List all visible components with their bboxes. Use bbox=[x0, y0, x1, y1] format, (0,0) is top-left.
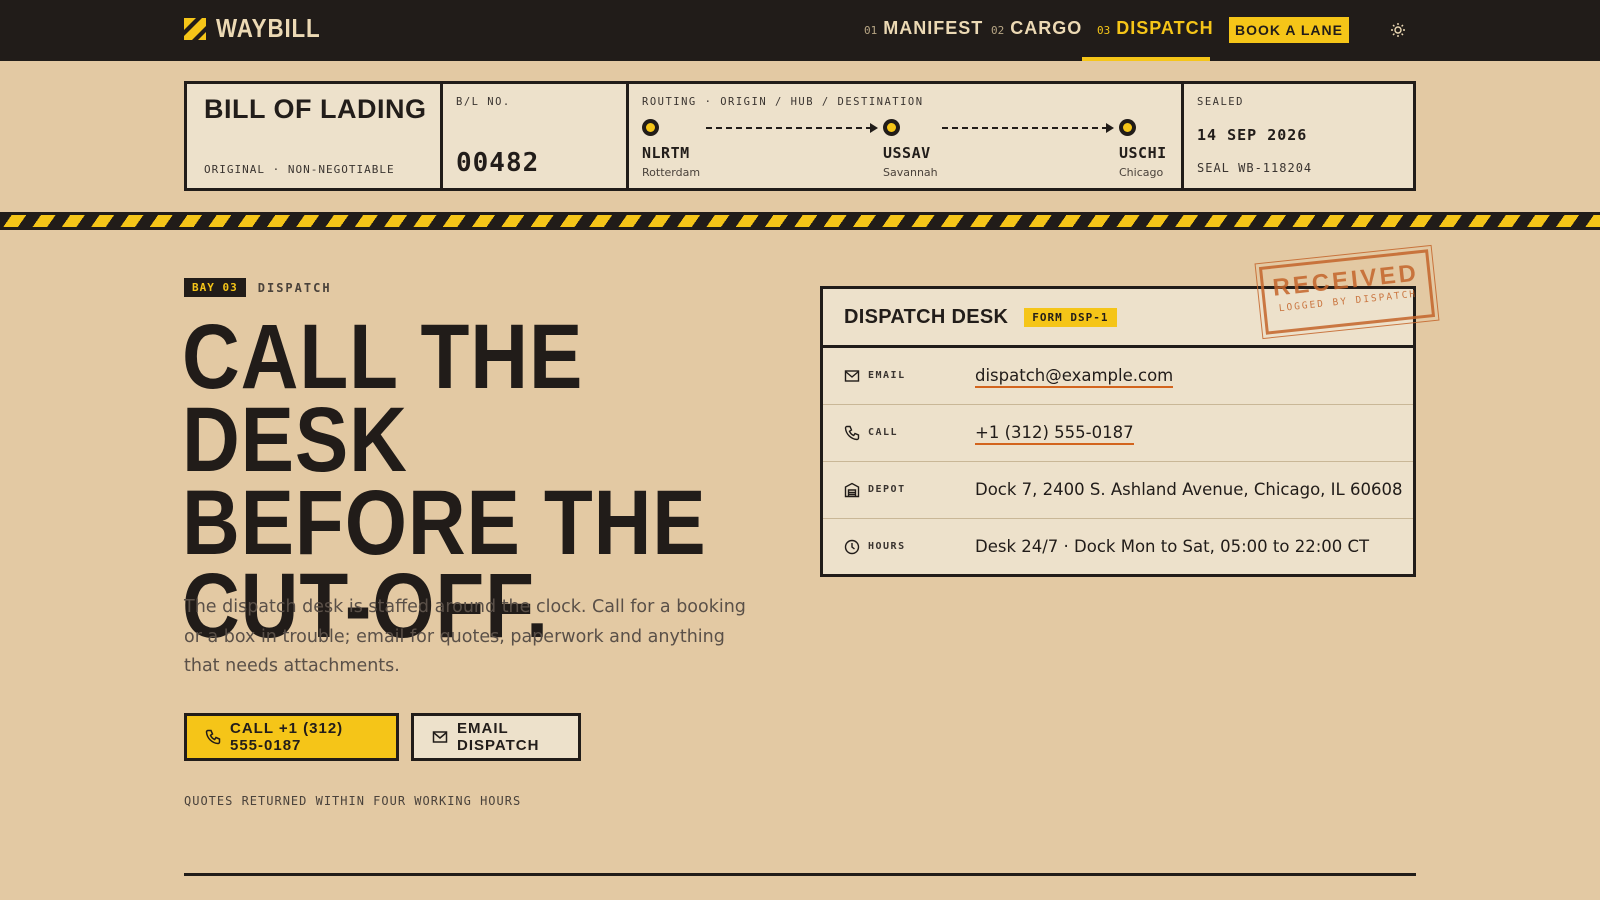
mail-icon bbox=[432, 731, 448, 743]
routing-label: ROUTING · ORIGIN / HUB / DESTINATION bbox=[642, 96, 924, 108]
route-code: USSAV bbox=[883, 144, 931, 162]
bol-routing-cell: ROUTING · ORIGIN / HUB / DESTINATION NLR… bbox=[629, 84, 1184, 188]
route-dot-icon bbox=[1119, 119, 1136, 136]
section-tag: BAY 03 DISPATCH bbox=[184, 278, 332, 297]
route-origin: NLRTM Rotterdam bbox=[642, 119, 700, 179]
sealed-label: SEALED bbox=[1197, 96, 1244, 108]
mail-icon bbox=[844, 370, 860, 382]
hazard-stripe-divider bbox=[0, 212, 1600, 230]
call-button-label: CALL +1 (312) 555-0187 bbox=[230, 720, 344, 754]
email-dispatch-button[interactable]: EMAIL DISPATCH bbox=[411, 713, 581, 761]
route-city: Chicago bbox=[1119, 166, 1164, 179]
book-a-lane-button[interactable]: BOOK A LANE bbox=[1229, 17, 1349, 43]
warehouse-icon bbox=[844, 482, 860, 498]
bol-number-label: B/L NO. bbox=[456, 96, 511, 108]
phone-icon bbox=[844, 425, 860, 441]
desk-row-depot: DEPOT Dock 7, 2400 S. Ashland Avenue, Ch… bbox=[823, 462, 1413, 519]
dispatch-desk-card: DISPATCH DESK FORM DSP-1 EMAIL dispatch@… bbox=[820, 286, 1416, 577]
bol-title-cell: BILL OF LADING ORIGINAL · NON-NEGOTIABLE bbox=[187, 84, 443, 188]
nav-number: 02 bbox=[991, 24, 1005, 37]
bill-of-lading-band: BILL OF LADING ORIGINAL · NON-NEGOTIABLE… bbox=[184, 81, 1416, 191]
email-button-label: EMAIL DISPATCH bbox=[457, 720, 540, 754]
clock-icon bbox=[844, 539, 860, 555]
nav-number: 01 bbox=[864, 24, 878, 37]
bol-sealed-cell: SEALED 14 SEP 2026 SEAL WB-118204 bbox=[1184, 84, 1413, 188]
desk-row-email: EMAIL dispatch@example.com bbox=[823, 348, 1413, 405]
hazard-logo-icon bbox=[184, 17, 206, 40]
nav-item-manifest[interactable]: 01 MANIFEST bbox=[864, 18, 983, 39]
route-dot-icon bbox=[642, 119, 659, 136]
route-arrow-icon bbox=[706, 123, 878, 133]
nav-label: CARGO bbox=[1010, 18, 1083, 38]
quote-turnaround-note: QUOTES RETURNED WITHIN FOUR WORKING HOUR… bbox=[184, 794, 522, 808]
bol-subtitle: ORIGINAL · NON-NEGOTIABLE bbox=[204, 163, 395, 176]
email-link[interactable]: dispatch@example.com bbox=[975, 366, 1174, 388]
nav-number: 03 bbox=[1097, 24, 1111, 37]
route-hub: USSAV Savannah bbox=[883, 119, 938, 179]
sun-icon[interactable] bbox=[1390, 22, 1406, 38]
bol-number-cell: B/L NO. 00482 bbox=[443, 84, 629, 188]
form-badge: FORM DSP-1 bbox=[1024, 307, 1117, 327]
row-value: dispatch@example.com bbox=[975, 366, 1174, 388]
row-value: +1 (312) 555-0187 bbox=[975, 423, 1134, 445]
bay-label: DISPATCH bbox=[257, 280, 332, 295]
route-code: NLRTM bbox=[642, 144, 690, 162]
desk-row-call: CALL +1 (312) 555-0187 bbox=[823, 405, 1413, 462]
desk-hours: Desk 24/7 · Dock Mon to Sat, 05:00 to 22… bbox=[975, 537, 1370, 556]
bay-badge: BAY 03 bbox=[184, 278, 246, 297]
brand-logo[interactable]: WAYBILL bbox=[184, 13, 338, 44]
bol-title: BILL OF LADING bbox=[204, 94, 427, 124]
row-label: EMAIL bbox=[868, 370, 906, 381]
row-label: DEPOT bbox=[868, 484, 906, 495]
intro-paragraph: The dispatch desk is staffed around the … bbox=[184, 597, 746, 676]
seal-number: SEAL WB-118204 bbox=[1197, 161, 1313, 175]
active-tab-indicator bbox=[1082, 57, 1210, 61]
bol-number: 00482 bbox=[456, 148, 540, 178]
nav-label: DISPATCH bbox=[1116, 18, 1214, 38]
nav-label: MANIFEST bbox=[883, 18, 984, 38]
phone-link[interactable]: +1 (312) 555-0187 bbox=[975, 423, 1134, 445]
row-label: CALL bbox=[868, 427, 899, 438]
brand-name: WAYBILL bbox=[216, 13, 321, 43]
route-dot-icon bbox=[883, 119, 900, 136]
route-city: Rotterdam bbox=[642, 166, 701, 179]
section-divider bbox=[184, 873, 1416, 876]
nav-item-cargo[interactable]: 02 CARGO bbox=[991, 18, 1082, 39]
sealed-date: 14 SEP 2026 bbox=[1197, 126, 1308, 144]
depot-address: Dock 7, 2400 S. Ashland Avenue, Chicago,… bbox=[975, 480, 1403, 499]
route-arrow-icon bbox=[942, 123, 1114, 133]
route-code: USCHI bbox=[1119, 144, 1167, 162]
route-destination: USCHI Chicago bbox=[1119, 119, 1167, 179]
phone-icon bbox=[205, 729, 221, 745]
top-nav: WAYBILL 01 MANIFEST 02 CARGO 03 DISPATCH… bbox=[0, 0, 1600, 61]
nav-item-dispatch[interactable]: 03 DISPATCH bbox=[1097, 18, 1214, 39]
route-city: Savannah bbox=[883, 166, 938, 179]
desk-title: DISPATCH DESK bbox=[844, 305, 1009, 328]
call-button[interactable]: CALL +1 (312) 555-0187 bbox=[184, 713, 399, 761]
row-label: HOURS bbox=[868, 541, 906, 552]
desk-row-hours: HOURS Desk 24/7 · Dock Mon to Sat, 05:00… bbox=[823, 519, 1413, 576]
